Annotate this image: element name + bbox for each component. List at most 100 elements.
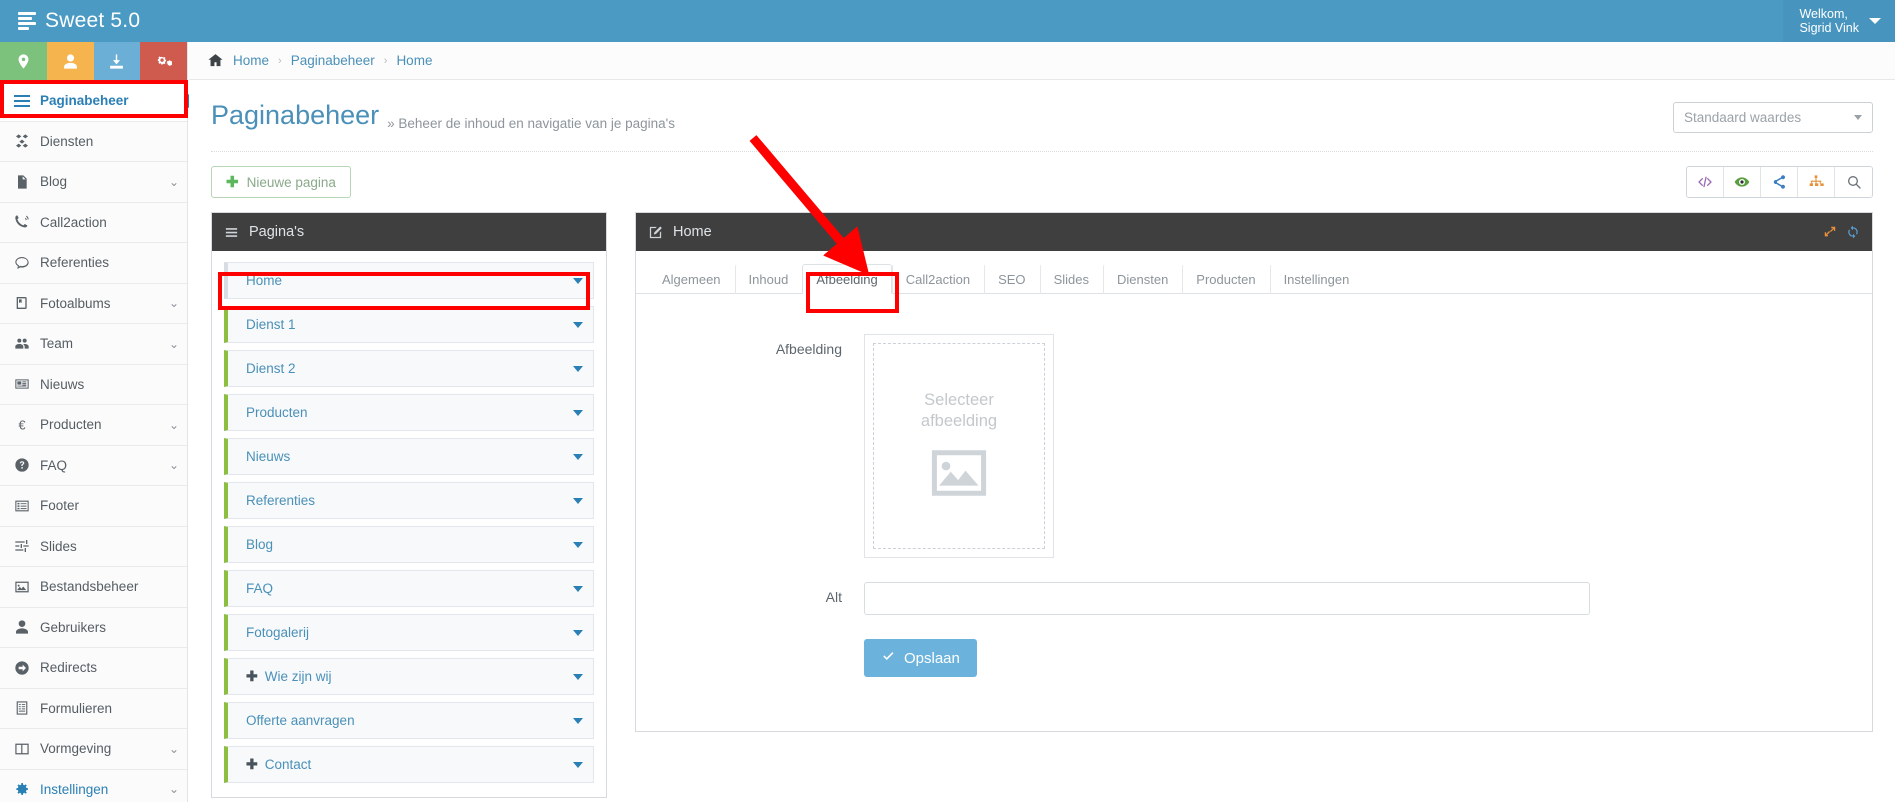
image-dropzone[interactable]: Selecteer afbeelding (873, 343, 1045, 549)
chevron-down-icon: ⌄ (168, 296, 180, 311)
sidebar-item-diensten[interactable]: Diensten (0, 121, 187, 162)
home-icon[interactable] (207, 52, 224, 69)
users-icon (14, 336, 40, 352)
page-row-dienst-1[interactable]: Dienst 1 (224, 306, 594, 343)
tab-label: Diensten (1116, 272, 1169, 287)
page-row-dienst-2[interactable]: Dienst 2 (224, 350, 594, 387)
chevron-down-icon[interactable] (573, 585, 583, 592)
sidebar-item-paginabeheer[interactable]: Paginabeheer (0, 81, 187, 122)
preset-select[interactable]: Standaard waardes (1673, 102, 1873, 133)
server-stack-icon (18, 12, 36, 30)
cogs-icon-button[interactable] (140, 42, 187, 81)
sidebar-item-label: Nieuws (40, 376, 85, 392)
chevron-down-icon: ⌄ (168, 336, 180, 351)
expand-arrows-icon[interactable] (1823, 225, 1837, 239)
sidebar-item-slides[interactable]: Slides (0, 526, 187, 567)
tab-seo[interactable]: SEO (984, 264, 1039, 294)
tab-producten[interactable]: Producten (1182, 264, 1269, 294)
sidebar-item-bestandsbeheer[interactable]: Bestandsbeheer (0, 567, 187, 608)
sidebar-item-instellingen[interactable]: Instellingen ⌄ (0, 769, 187, 802)
sidebar-item-team[interactable]: Team ⌄ (0, 324, 187, 365)
eye-icon-button[interactable] (1724, 167, 1761, 197)
search-icon-button[interactable] (1835, 167, 1872, 197)
chevron-down-icon[interactable] (573, 409, 583, 416)
page-row-producten[interactable]: Producten (224, 394, 594, 431)
plus-icon[interactable]: ✚ (246, 756, 258, 773)
sidebar-item-label: Redirects (40, 660, 98, 676)
image-picker[interactable]: Selecteer afbeelding (864, 334, 1054, 558)
plus-icon[interactable]: ✚ (246, 668, 258, 685)
page-row-fotogalerij[interactable]: Fotogalerij (224, 614, 594, 651)
location-pin-icon-button[interactable] (0, 42, 47, 81)
breadcrumb-separator: › (383, 54, 388, 67)
tab-label: Call2action (905, 272, 971, 287)
page-row-label: Nieuws (246, 449, 291, 464)
view-icon-group (1686, 166, 1873, 198)
chevron-down-icon[interactable] (573, 497, 583, 504)
user-icon-button[interactable] (46, 42, 94, 81)
sidebar-item-footer[interactable]: Footer (0, 486, 187, 527)
sidebar-item-fotoalbums[interactable]: Fotoalbums ⌄ (0, 283, 187, 324)
chevron-down-icon: ⌄ (168, 458, 180, 473)
page-row-home[interactable]: Home (224, 262, 594, 299)
download-icon-button[interactable] (93, 42, 141, 81)
page-row-blog[interactable]: Blog (224, 526, 594, 563)
sidebar-item-label: Producten (40, 417, 102, 433)
tab-slides[interactable]: Slides (1039, 264, 1103, 294)
tab-inhoud[interactable]: Inhoud (734, 264, 803, 294)
edit-panel-header: Home (636, 213, 1872, 251)
chevron-down-icon[interactable] (573, 541, 583, 548)
chevron-down-icon[interactable] (573, 365, 583, 372)
chevron-down-icon[interactable] (573, 321, 583, 328)
brand[interactable]: Sweet 5.0 (0, 0, 188, 42)
sidebar-item-call2action[interactable]: Call2action (0, 202, 187, 243)
page-row-referenties[interactable]: Referenties (224, 482, 594, 519)
page-row-contact[interactable]: ✚ Contact (224, 746, 594, 783)
page-row-nieuws[interactable]: Nieuws (224, 438, 594, 475)
question-circle-icon (14, 457, 40, 473)
user-menu[interactable]: Welkom, Sigrid Vink (1783, 0, 1895, 42)
breadcrumb-item-home[interactable]: Home (233, 53, 269, 68)
chevron-down-icon[interactable] (573, 761, 583, 768)
sidebar-item-producten[interactable]: € Producten ⌄ (0, 405, 187, 446)
chevron-down-icon[interactable] (573, 277, 583, 284)
page-row-wie-zijn-wij[interactable]: ✚ Wie zijn wij (224, 658, 594, 695)
sidebar-item-referenties[interactable]: Referenties (0, 243, 187, 284)
boxes-icon (14, 133, 40, 149)
sidebar-item-faq[interactable]: FAQ ⌄ (0, 445, 187, 486)
image-placeholder-text: Selecteer afbeelding (921, 390, 997, 431)
tab-call2action[interactable]: Call2action (891, 264, 984, 294)
breadcrumb-item-paginabeheer[interactable]: Paginabeheer (291, 53, 375, 68)
sidebar-item-formulieren[interactable]: Formulieren (0, 688, 187, 729)
page-row-label: Wie zijn wij (264, 669, 332, 684)
sidebar-item-blog[interactable]: Blog ⌄ (0, 162, 187, 203)
sidebar-item-gebruikers[interactable]: Gebruikers (0, 607, 187, 648)
page-row-label: Producten (246, 405, 308, 420)
page-row-faq[interactable]: FAQ (224, 570, 594, 607)
tab-label: Instellingen (1283, 272, 1350, 287)
page-row-offerte-aanvragen[interactable]: Offerte aanvragen (224, 702, 594, 739)
save-button[interactable]: Opslaan (864, 639, 977, 677)
share-icon-button[interactable] (1761, 167, 1798, 197)
user-greeting: Welkom, (1799, 6, 1848, 21)
code-icon-button[interactable] (1687, 167, 1724, 197)
breadcrumb-item-current[interactable]: Home (396, 53, 432, 68)
alt-input[interactable] (864, 582, 1590, 615)
sidebar-item-nieuws[interactable]: Nieuws (0, 364, 187, 405)
tab-instellingen[interactable]: Instellingen (1269, 264, 1364, 294)
sidebar-item-redirects[interactable]: Redirects (0, 648, 187, 689)
refresh-icon[interactable] (1846, 225, 1860, 239)
tab-diensten[interactable]: Diensten (1102, 264, 1182, 294)
sitemap-icon-button[interactable] (1798, 167, 1835, 197)
chevron-down-icon[interactable] (573, 673, 583, 680)
check-icon (881, 649, 896, 668)
tab-afbeelding[interactable]: Afbeelding (802, 264, 892, 294)
sidebar-item-vormgeving[interactable]: Vormgeving ⌄ (0, 729, 187, 770)
tab-label: Afbeelding (816, 271, 878, 287)
top-bar: Sweet 5.0 Welkom, Sigrid Vink (0, 0, 1895, 42)
chevron-down-icon[interactable] (573, 453, 583, 460)
new-page-button[interactable]: ✚ Nieuwe pagina (211, 166, 351, 198)
chevron-down-icon[interactable] (573, 717, 583, 724)
tab-algemeen[interactable]: Algemeen (648, 264, 735, 294)
chevron-down-icon[interactable] (573, 629, 583, 636)
